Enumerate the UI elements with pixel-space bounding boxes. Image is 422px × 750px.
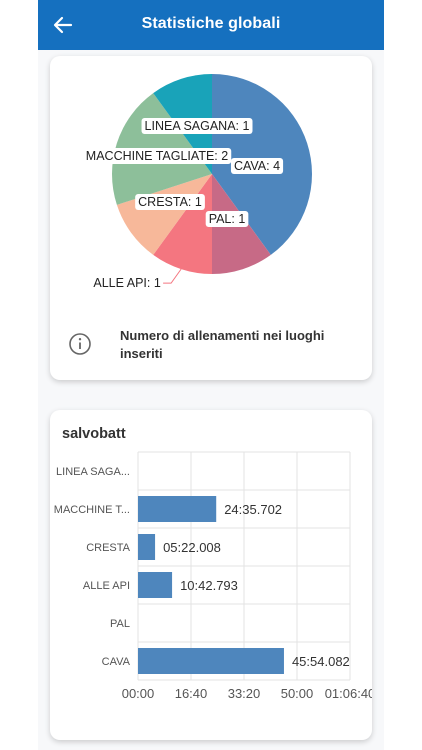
pie-label: PAL: 1: [205, 211, 249, 227]
pie-label: MACCHINE TAGLIATE: 2: [82, 148, 232, 164]
pie-label: LINEA SAGANA: 1: [141, 118, 253, 134]
category-label: PAL: [110, 618, 130, 630]
bar-chart: 00:00 16:40 33:20 50:00 01:06:40 LINEA SAGA..…: [54, 451, 372, 701]
x-tick-label: 01:06:40: [325, 686, 372, 701]
pie-chart-card: CAVA: 4 PAL: 1 ALLE API: 1 CRESTA: 1 MACCHIN…: [50, 56, 372, 380]
app-screen: Statistiche globali CAVA: 4 PAL: 1 ALLE AP…: [38, 0, 384, 750]
pie-label-text: MACCHINE TAGLIATE: 2: [86, 149, 228, 163]
pie-label: CAVA: 4: [230, 158, 284, 174]
bar-chart-card: salvobatt 00:00 16:40 33:20 50:00 01:06:40 LI…: [50, 410, 372, 740]
bar-5[interactable]: [138, 648, 284, 674]
pie-label-text: LINEA SAGANA: 1: [145, 119, 250, 133]
category-label: ALLE API: [83, 580, 130, 592]
info-text: Numero di allenamenti nei luoghi inserit…: [120, 328, 325, 361]
category-label: CAVA: [102, 656, 131, 668]
value-label: 45:54.082: [292, 654, 350, 669]
category-label: LINEA SAGA...: [56, 466, 130, 478]
pie-chart: CAVA: 4 PAL: 1 ALLE API: 1 CRESTA: 1 MACCHIN…: [82, 74, 312, 290]
pie-leader-line: [163, 268, 182, 284]
page-title: Statistiche globali: [141, 15, 281, 32]
category-label: MACCHINE T...: [54, 504, 130, 516]
info-row: Numero di allenamenti nei luoghi inserit…: [68, 326, 358, 366]
x-tick-label: 16:40: [175, 686, 208, 701]
bar-2[interactable]: [138, 534, 156, 560]
pie-label: CRESTA: 1: [135, 194, 205, 210]
pie-label: ALLE API: 1: [93, 276, 160, 290]
info-icon: [69, 333, 91, 355]
x-tick-label: 33:20: [228, 686, 261, 701]
x-tick-label: 50:00: [281, 686, 314, 701]
pie-label-text: CRESTA: 1: [138, 195, 202, 209]
value-label: 24:35.702: [224, 502, 282, 517]
pie-label-text: PAL: 1: [209, 212, 246, 226]
category-label: CRESTA: [86, 542, 130, 554]
value-label: 05:22.008: [163, 540, 221, 555]
bar-3[interactable]: [138, 572, 173, 598]
pie-label-text: CAVA: 4: [234, 159, 280, 173]
bar-1[interactable]: [138, 496, 217, 522]
top-app-bar: Statistiche globali: [38, 0, 384, 50]
x-tick-label: 00:00: [122, 686, 155, 701]
value-label: 10:42.793: [180, 578, 238, 593]
